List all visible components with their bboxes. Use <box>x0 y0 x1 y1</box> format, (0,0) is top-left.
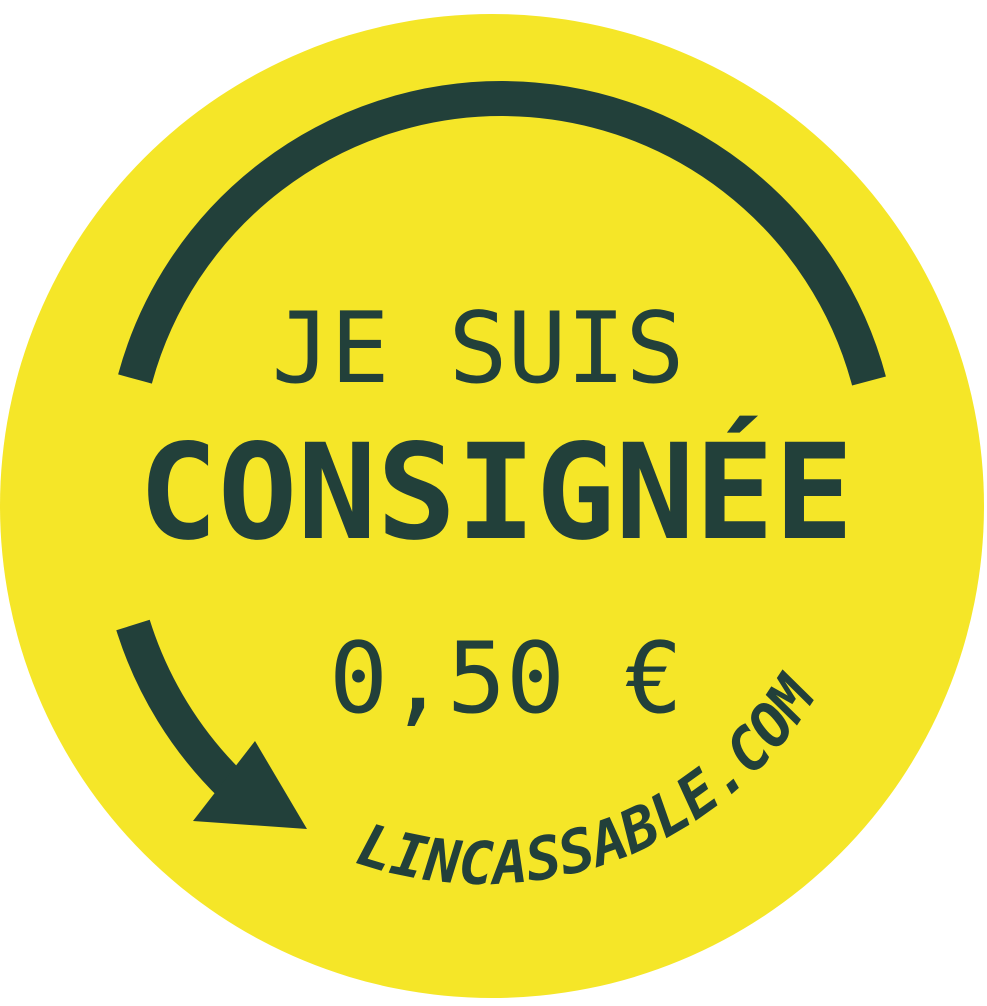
text-price: 0,50 € <box>329 622 683 736</box>
text-je-suis: JE SUIS <box>271 292 684 406</box>
consignment-badge: JE SUIS CONSIGNÉE 0,50 € LINCASSABLE.COM <box>0 14 984 998</box>
text-consignee: CONSIGNÉE <box>138 415 853 570</box>
